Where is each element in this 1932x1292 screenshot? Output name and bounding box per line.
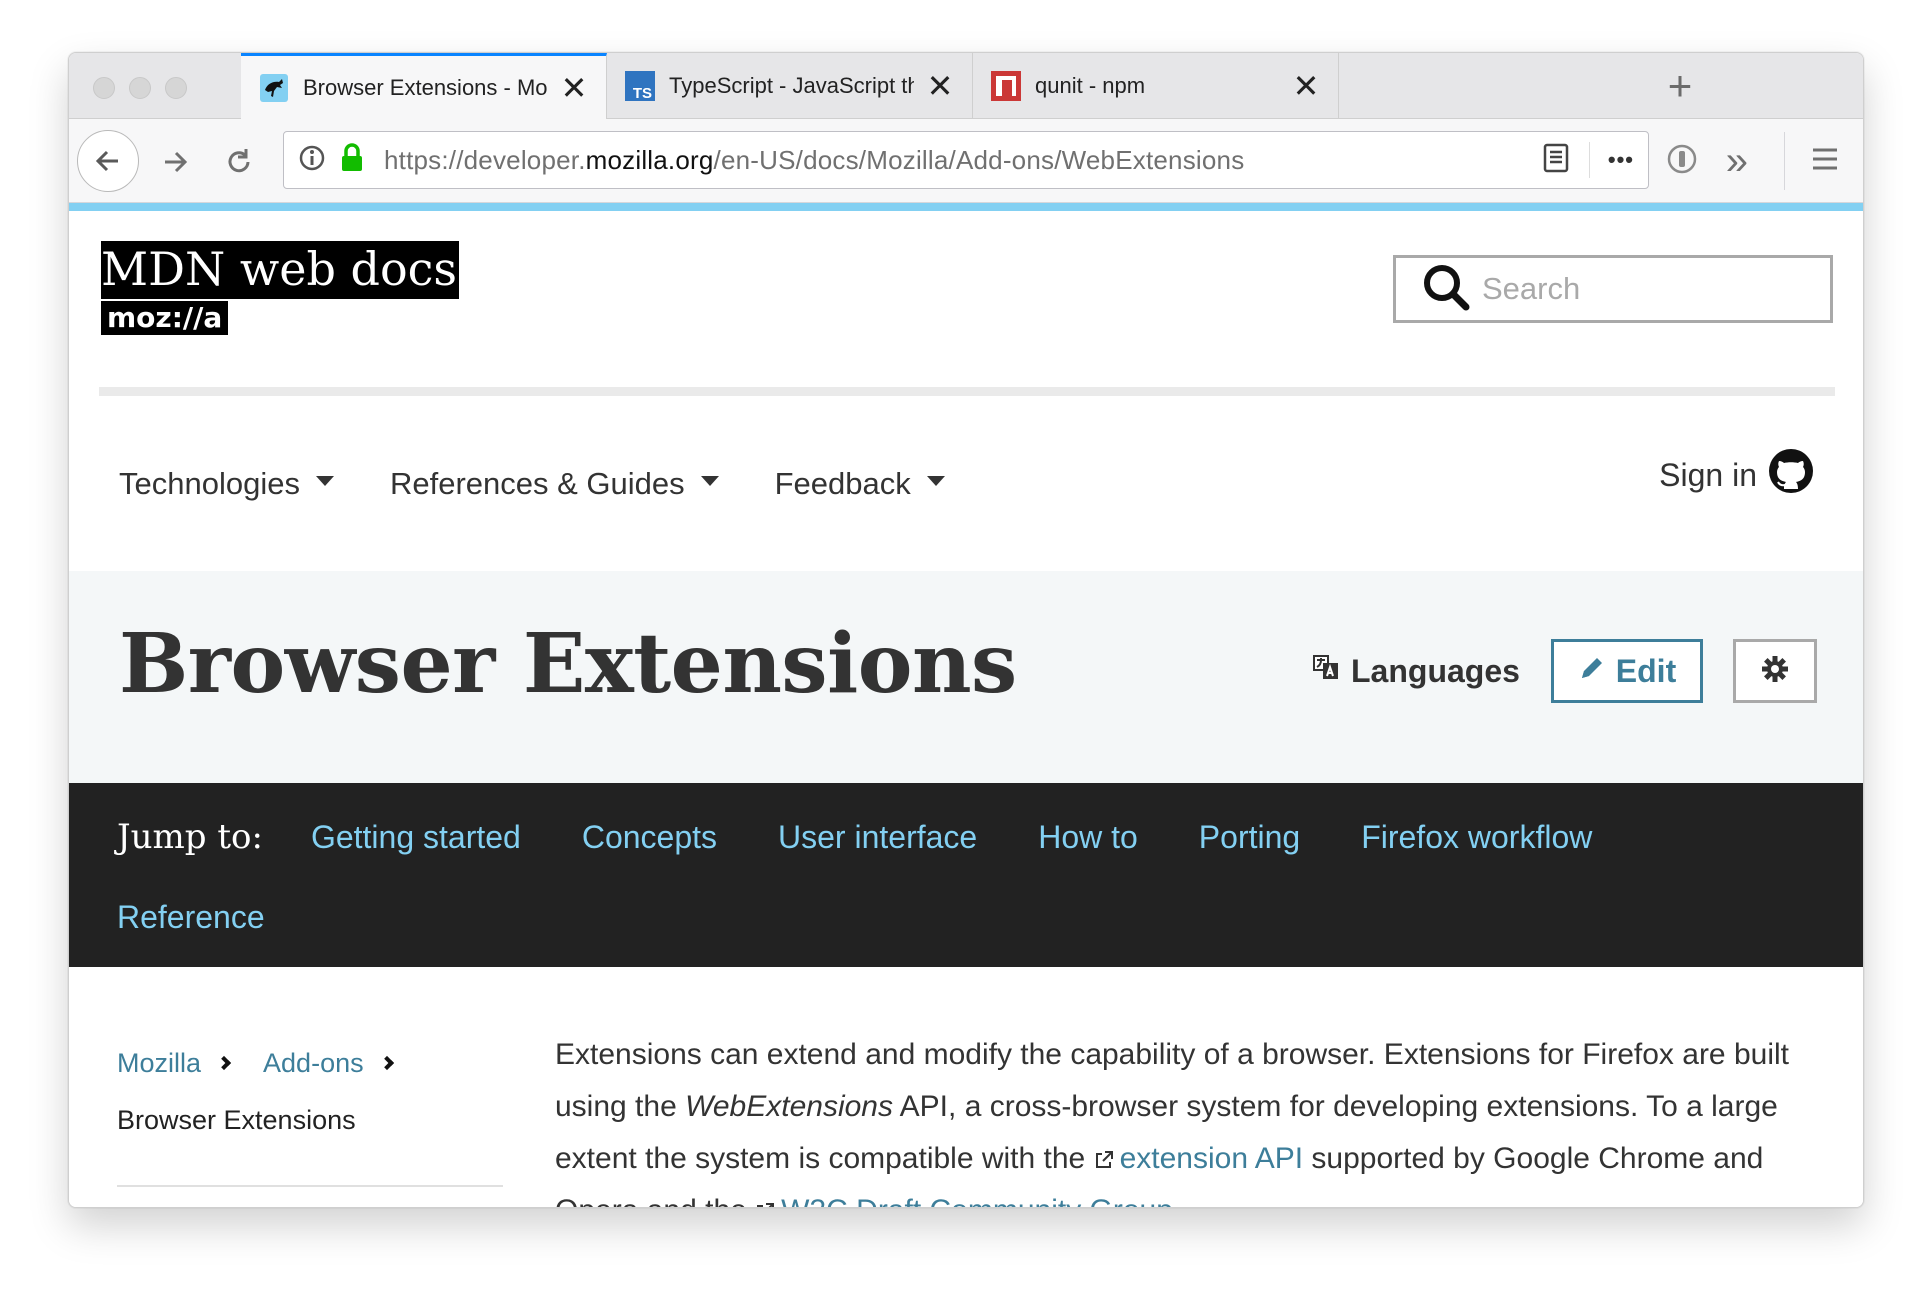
settings-button[interactable] bbox=[1733, 639, 1817, 703]
jump-link-firefox-workflow[interactable]: Firefox workflow bbox=[1361, 819, 1592, 856]
tab-title: TypeScript - JavaScript that sca bbox=[669, 73, 914, 98]
languages-button[interactable]: Languages bbox=[1311, 651, 1520, 691]
page-actions-menu[interactable]: ••• bbox=[1608, 147, 1634, 173]
typescript-icon-text: TS bbox=[633, 85, 652, 101]
external-link-icon bbox=[757, 1203, 775, 1207]
gear-icon bbox=[1760, 654, 1790, 689]
tab-title: qunit - npm bbox=[1035, 73, 1146, 98]
caret-down-icon bbox=[315, 476, 334, 486]
breadcrumb: Mozilla Add-ons Browser Extensions bbox=[117, 1039, 426, 1136]
password-manager-icon[interactable] bbox=[1666, 143, 1698, 180]
jump-link-concepts[interactable]: Concepts bbox=[582, 819, 717, 856]
site-info-icon[interactable] bbox=[298, 144, 326, 177]
typescript-icon: TS bbox=[625, 71, 655, 101]
search-input[interactable]: Search bbox=[1393, 255, 1833, 323]
tab-browser-extensions[interactable]: Browser Extensions - Mozilla | M ✕ bbox=[241, 53, 607, 119]
minimize-window-button[interactable] bbox=[129, 77, 151, 99]
article-body: Extensions can extend and modify the cap… bbox=[555, 1029, 1825, 1207]
close-tab-icon[interactable]: ✕ bbox=[926, 70, 954, 102]
edit-button[interactable]: Edit bbox=[1551, 639, 1703, 703]
main-menu: Technologies References & Guides Feedbac… bbox=[119, 449, 1001, 519]
breadcrumb-add-ons[interactable]: Add-ons bbox=[263, 1048, 364, 1079]
close-window-button[interactable] bbox=[93, 77, 115, 99]
url-text[interactable]: https://developer.mozilla.org/en-US/docs… bbox=[384, 145, 1244, 176]
jump-to-bar: Jump to: Getting started Concepts User i… bbox=[69, 783, 1863, 967]
breadcrumb-current: Browser Extensions bbox=[117, 1105, 356, 1135]
npm-icon bbox=[991, 71, 1021, 101]
breadcrumb-mozilla[interactable]: Mozilla bbox=[117, 1048, 201, 1079]
chevron-right-icon bbox=[216, 1055, 232, 1071]
header-divider bbox=[99, 387, 1835, 396]
jump-link-porting[interactable]: Porting bbox=[1199, 819, 1300, 856]
tab-qunit-npm[interactable]: qunit - npm ✕ bbox=[973, 53, 1339, 119]
page-load-bar bbox=[69, 203, 1863, 211]
sign-in-label: Sign in bbox=[1659, 456, 1757, 493]
forward-button[interactable] bbox=[149, 136, 201, 188]
close-tab-icon[interactable]: ✕ bbox=[1292, 70, 1320, 102]
browser-window: Browser Extensions - Mozilla | M ✕ TS Ty… bbox=[68, 52, 1864, 1208]
webextensions-emphasis: WebExtensions bbox=[685, 1090, 893, 1123]
external-link-icon bbox=[1095, 1151, 1113, 1169]
window-controls bbox=[93, 77, 187, 99]
edit-label: Edit bbox=[1615, 652, 1677, 689]
new-tab-button[interactable]: + bbox=[1647, 53, 1713, 119]
jump-to-label: Jump to: bbox=[117, 817, 263, 857]
extension-api-link[interactable]: extension API bbox=[1120, 1142, 1303, 1175]
back-arrow-icon bbox=[95, 150, 118, 172]
search-placeholder: Search bbox=[1482, 271, 1581, 306]
url-path: /en-US/docs/Mozilla/Add-ons/WebExtension… bbox=[713, 144, 1245, 175]
translate-icon bbox=[1311, 651, 1341, 691]
logo-sub-text: moz://a bbox=[101, 301, 229, 335]
back-button[interactable] bbox=[77, 130, 139, 192]
jump-link-reference[interactable]: Reference bbox=[117, 899, 265, 936]
github-icon bbox=[1767, 447, 1815, 503]
menu-feedback[interactable]: Feedback bbox=[775, 466, 945, 502]
tab-title: Browser Extensions - Mozilla | M bbox=[303, 74, 548, 100]
overflow-menu-icon[interactable]: » bbox=[1726, 141, 1748, 181]
jump-link-getting-started[interactable]: Getting started bbox=[311, 819, 521, 856]
mdn-dino-icon bbox=[259, 73, 289, 103]
reload-icon bbox=[228, 149, 250, 173]
page-title: Browser Extensions bbox=[119, 616, 1017, 712]
jump-link-user-interface[interactable]: User interface bbox=[778, 819, 977, 856]
menu-references-guides[interactable]: References & Guides bbox=[390, 466, 719, 502]
forward-arrow-icon bbox=[165, 151, 188, 173]
menu-label: Feedback bbox=[774, 466, 911, 501]
w3c-community-group-link[interactable]: W3C Draft Community Group bbox=[781, 1194, 1173, 1207]
menu-technologies[interactable]: Technologies bbox=[119, 466, 334, 502]
hamburger-menu-icon[interactable] bbox=[1811, 147, 1839, 176]
menu-label: References & Guides bbox=[389, 466, 685, 501]
tab-bar: Browser Extensions - Mozilla | M ✕ TS Ty… bbox=[69, 53, 1863, 119]
toolbar-actions: » bbox=[1666, 119, 1863, 203]
pencil-icon bbox=[1578, 653, 1606, 690]
intro-paragraph: Extensions can extend and modify the cap… bbox=[555, 1029, 1825, 1207]
tab-typescript[interactable]: TS TypeScript - JavaScript that sca ✕ bbox=[607, 53, 973, 119]
close-tab-icon[interactable]: ✕ bbox=[560, 72, 588, 104]
logo-main-text: MDN web docs bbox=[101, 241, 460, 299]
chevron-right-icon bbox=[379, 1055, 394, 1071]
zoom-window-button[interactable] bbox=[165, 77, 187, 99]
url-bar[interactable]: https://developer.mozilla.org/en-US/docs… bbox=[283, 131, 1649, 189]
caret-down-icon bbox=[700, 476, 719, 486]
languages-label: Languages bbox=[1351, 652, 1520, 689]
search-icon bbox=[1422, 263, 1470, 316]
caret-down-icon bbox=[926, 476, 945, 486]
reader-view-icon[interactable] bbox=[1543, 143, 1569, 178]
menu-label: Technologies bbox=[119, 466, 300, 501]
url-prefix: https://developer. bbox=[384, 144, 586, 175]
page-content: MDN web docs moz://a Search Technologies… bbox=[69, 211, 1863, 1207]
sign-in-link[interactable]: Sign in bbox=[1659, 447, 1815, 503]
secure-lock-icon bbox=[340, 142, 364, 178]
jump-link-how-to[interactable]: How to bbox=[1038, 819, 1138, 856]
url-host: mozilla.org bbox=[585, 144, 714, 175]
sidebar-divider bbox=[117, 1185, 503, 1187]
mdn-logo[interactable]: MDN web docs moz://a bbox=[101, 241, 460, 335]
reload-button[interactable] bbox=[213, 136, 265, 188]
navigation-toolbar: https://developer.mozilla.org/en-US/docs… bbox=[69, 119, 1863, 203]
